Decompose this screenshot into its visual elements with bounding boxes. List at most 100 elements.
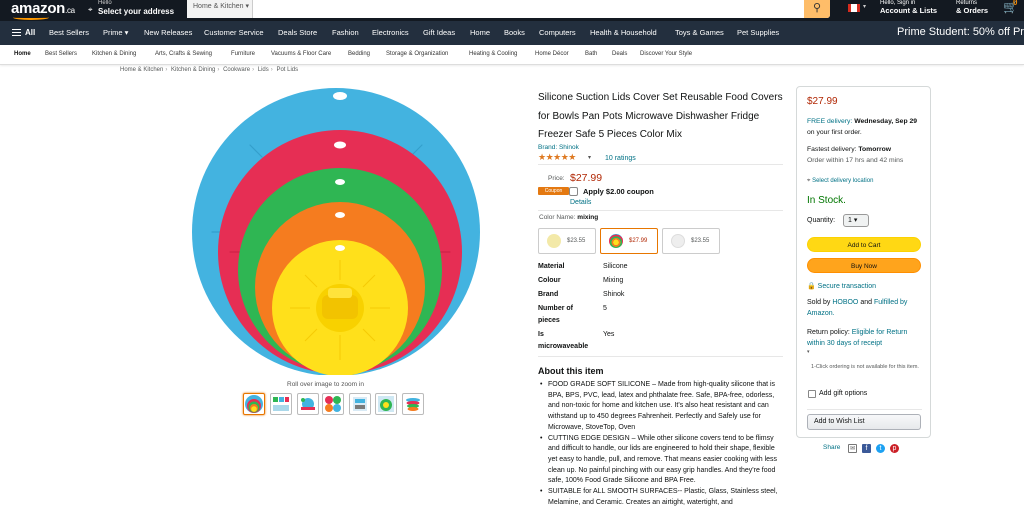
subnav-furniture[interactable]: Furniture (231, 51, 255, 57)
swatch-price: $23.55 (567, 238, 586, 244)
nav-item-gift-ideas[interactable]: Gift Ideas (423, 28, 455, 37)
coupon-details-link[interactable]: Details (570, 199, 591, 206)
account-and-lists[interactable]: Hello, Sign in Account & Lists (880, 0, 937, 14)
lock-icon: 🔒 (807, 283, 816, 290)
thumbnail-6[interactable] (375, 393, 397, 415)
thumbnail-3[interactable] (297, 393, 319, 415)
subnav-arts-crafts[interactable]: Arts, Crafts & Sewing (155, 51, 212, 57)
subnav-storage[interactable]: Storage & Organization (386, 51, 448, 57)
swatch-thumbnail (671, 234, 685, 248)
thumbnail-2[interactable] (270, 393, 292, 415)
breadcrumb-item[interactable]: Home & Kitchen (120, 67, 163, 73)
spec-key: Is microwaveable (538, 331, 589, 350)
facebook-icon[interactable]: f (862, 444, 871, 453)
color-name-label: Color Name: mixing (539, 214, 599, 221)
spec-value: Silicone (603, 263, 628, 270)
seller-info: Sold by HOBOO and Fulfilled by Amazon. (807, 299, 908, 317)
nav-item-pet-supplies[interactable]: Pet Supplies (737, 28, 779, 37)
subnav-vacuums[interactable]: Vacuums & Floor Care (271, 51, 331, 57)
spec-key: Material (538, 263, 565, 270)
stock-status: In Stock. (807, 195, 846, 206)
main-product-image[interactable] (190, 85, 482, 375)
spec-key: Colour (538, 277, 561, 284)
hamburger-menu-icon[interactable] (12, 29, 21, 36)
divider (538, 356, 783, 357)
nav-item-prime[interactable]: Prime ▾ (103, 28, 128, 37)
twitter-icon[interactable]: t (876, 444, 885, 453)
breadcrumb-item[interactable]: Kitchen & Dining (171, 67, 215, 73)
secure-transaction-link[interactable]: 🔒 Secure transaction (807, 282, 876, 290)
gift-options-label[interactable]: Add gift options (819, 390, 867, 397)
breadcrumb-item[interactable]: Cookware (223, 67, 250, 73)
pinterest-icon[interactable]: p (890, 444, 899, 453)
nav-item-deals-store[interactable]: Deals Store (278, 28, 317, 37)
subnav-deals[interactable]: Deals (612, 51, 627, 57)
spec-value: Yes (603, 331, 615, 338)
search-department-select[interactable]: Home & Kitchen ▾ (187, 0, 253, 18)
thumbnail-1[interactable] (243, 393, 265, 415)
color-swatch-option[interactable]: $23.55 (662, 228, 720, 254)
breadcrumb-item[interactable]: Pot Lids (276, 67, 298, 73)
breadcrumb-item[interactable]: Lids (258, 67, 269, 73)
nav-item-best-sellers[interactable]: Best Sellers (49, 28, 89, 37)
select-delivery-location-link[interactable]: ⌖ Select delivery location (807, 178, 873, 185)
nav-item-new-releases[interactable]: New Releases (144, 28, 192, 37)
swatch-thumbnail (547, 234, 561, 248)
buy-now-button[interactable]: Buy Now (807, 258, 921, 273)
quantity-label: Quantity: (807, 217, 836, 224)
share-label: Share (823, 444, 841, 451)
swatch-price: $27.99 (629, 238, 648, 244)
cart-count: 0 (1013, 0, 1018, 7)
nav-item-toys-games[interactable]: Toys & Games (675, 28, 724, 37)
search-button[interactable]: ⚲ (804, 0, 830, 18)
prime-student-promo[interactable]: Prime Student: 50% off Prime (897, 26, 1024, 38)
star-rating-icon[interactable]: ★★★★★ (538, 152, 576, 163)
email-icon[interactable]: ✉ (848, 444, 857, 453)
nav-item-health-household[interactable]: Health & Household (590, 28, 657, 37)
returns-and-orders[interactable]: Returns & Orders (956, 0, 988, 14)
spec-value: Mixing (603, 277, 624, 284)
thumbnail-4[interactable] (322, 393, 344, 415)
nav-all[interactable]: All (25, 28, 35, 37)
coupon-checkbox[interactable] (569, 187, 578, 196)
thumbnail-5[interactable] (349, 393, 371, 415)
subnav-best-sellers[interactable]: Best Sellers (45, 51, 77, 57)
gift-options-checkbox[interactable] (808, 390, 816, 398)
free-delivery-link[interactable]: FREE delivery: (807, 118, 852, 125)
ratings-count-link[interactable]: 10 ratings (605, 155, 636, 162)
nav-item-customer-service[interactable]: Customer Service (204, 28, 264, 37)
product-title: Silicone Suction Lids Cover Set Reusable… (538, 92, 783, 140)
divider (807, 409, 922, 410)
color-swatch-option[interactable]: $23.55 (538, 228, 596, 254)
subnav-heating-cooling[interactable]: Heating & Cooling (469, 51, 517, 57)
brand-link[interactable]: Brand: Shinok (538, 144, 579, 151)
canada-flag-icon[interactable] (848, 4, 860, 12)
nav-item-electronics[interactable]: Electronics (372, 28, 409, 37)
chevron-down-icon[interactable]: ▾ (807, 349, 810, 355)
chevron-down-icon[interactable]: ▾ (588, 154, 591, 161)
buy-box: $27.99 FREE delivery: Wednesday, Sep 29 … (796, 86, 931, 438)
subnav-home-decor[interactable]: Home Décor (535, 51, 569, 57)
subnav-kitchen-dining[interactable]: Kitchen & Dining (92, 51, 136, 57)
add-to-cart-button[interactable]: Add to Cart (807, 237, 921, 252)
subnav-home[interactable]: Home (14, 51, 31, 57)
nav-item-books[interactable]: Books (504, 28, 525, 37)
subnav-bedding[interactable]: Bedding (348, 51, 370, 57)
color-swatch-option-selected[interactable]: $27.99 (600, 228, 658, 254)
subnav-discover-style[interactable]: Discover Your Style (640, 51, 692, 57)
coupon-badge: Coupon (538, 187, 569, 195)
add-to-wish-list-button[interactable]: Add to Wish List (807, 414, 921, 430)
search-bar: Home & Kitchen ▾ ⚲ (187, 0, 830, 18)
zoom-hint: Roll over image to zoom in (287, 381, 364, 388)
nav-item-fashion[interactable]: Fashion (332, 28, 359, 37)
breadcrumb: Home & Kitchen › Kitchen & Dining › Cookwa… (120, 67, 299, 73)
thumbnail-7[interactable] (402, 393, 424, 415)
subnav-bath[interactable]: Bath (585, 51, 597, 57)
quantity-select[interactable]: 1 ▾ (843, 214, 869, 227)
nav-item-computers[interactable]: Computers (539, 28, 576, 37)
swatch-price: $23.55 (691, 238, 710, 244)
seller-link[interactable]: HOBOO (832, 299, 858, 306)
nav-item-home[interactable]: Home (470, 28, 490, 37)
deliver-to-location[interactable]: ⌖ Hello Select your address (88, 0, 174, 16)
about-bullet: CUTTING EDGE DESIGN – While other silico… (538, 434, 783, 488)
